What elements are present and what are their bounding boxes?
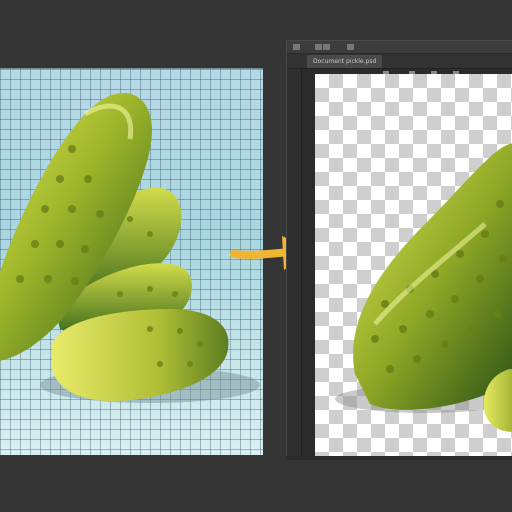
image-editor-window: Document pickle.psd [286,40,512,460]
status-bar [286,456,512,460]
close-icon[interactable] [347,44,354,50]
tools-panel[interactable] [287,69,302,459]
editor-titlebar [287,41,512,54]
pickles-illustration-original [0,93,260,403]
pickles-illustration-cutout [335,143,512,432]
maximize-icon[interactable] [323,44,330,50]
menu-icon[interactable] [293,44,300,50]
transparent-canvas[interactable] [315,74,512,456]
original-image-panel [0,68,263,455]
minimize-icon[interactable] [315,44,322,50]
document-tab[interactable]: Document pickle.psd [307,55,383,68]
